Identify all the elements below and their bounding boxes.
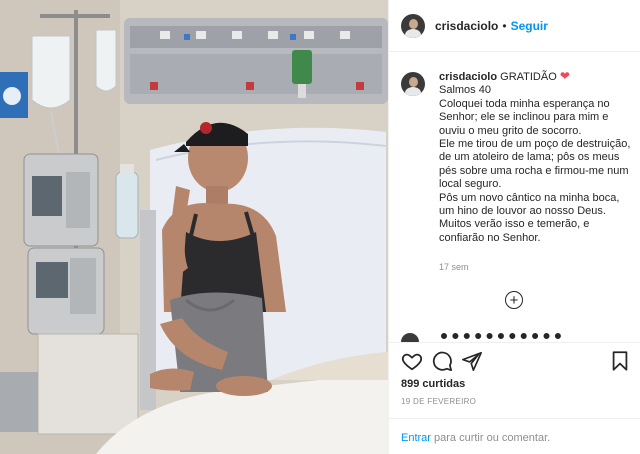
- like-count[interactable]: 899 curtidas: [401, 378, 465, 390]
- comment-bubble-icon[interactable]: [431, 350, 453, 372]
- partial-comment-row: [401, 333, 631, 342]
- post-date[interactable]: 19 DE FEVEREIRO: [401, 397, 476, 406]
- header-separator: •: [502, 18, 507, 33]
- login-prompt: Entrar para curtir ou comentar.: [401, 432, 550, 444]
- caption-author-avatar[interactable]: [401, 72, 425, 96]
- heart-icon: ❤: [559, 69, 570, 83]
- plus-circle-icon: +: [509, 291, 519, 309]
- post-header: crisdaciolo • Seguir: [389, 0, 640, 52]
- caption-body: Salmos 40 Coloquei toda minha esperança …: [439, 84, 631, 244]
- comment-text-cutoff: [441, 333, 561, 341]
- post-photo[interactable]: [0, 0, 388, 454]
- post-caption: crisdaciolo GRATIDÃO ❤ Salmos 40 Coloque…: [401, 69, 633, 245]
- login-prompt-text: para curtir ou comentar.: [430, 432, 551, 444]
- caption-title: GRATIDÃO: [500, 71, 557, 83]
- load-more-comments-button[interactable]: +: [505, 291, 523, 309]
- hospital-room-scene: [0, 0, 388, 454]
- caption-time-ago[interactable]: 17 sem: [439, 262, 469, 272]
- like-heart-icon[interactable]: [401, 350, 423, 372]
- share-paper-plane-icon[interactable]: [461, 350, 483, 372]
- bottom-divider: [389, 418, 640, 419]
- post-side-panel: crisdaciolo • Seguir crisdaciolo GRATIDÃ…: [388, 0, 640, 454]
- save-bookmark-icon[interactable]: [609, 350, 631, 372]
- actions-divider: [389, 342, 640, 343]
- follow-button[interactable]: Seguir: [511, 19, 548, 33]
- login-link[interactable]: Entrar: [401, 432, 431, 444]
- caption-username-link[interactable]: crisdaciolo: [439, 71, 497, 83]
- post-action-bar: [401, 350, 631, 374]
- commenter-avatar[interactable]: [401, 333, 419, 342]
- author-avatar[interactable]: [401, 13, 425, 38]
- author-username-link[interactable]: crisdaciolo: [435, 19, 498, 33]
